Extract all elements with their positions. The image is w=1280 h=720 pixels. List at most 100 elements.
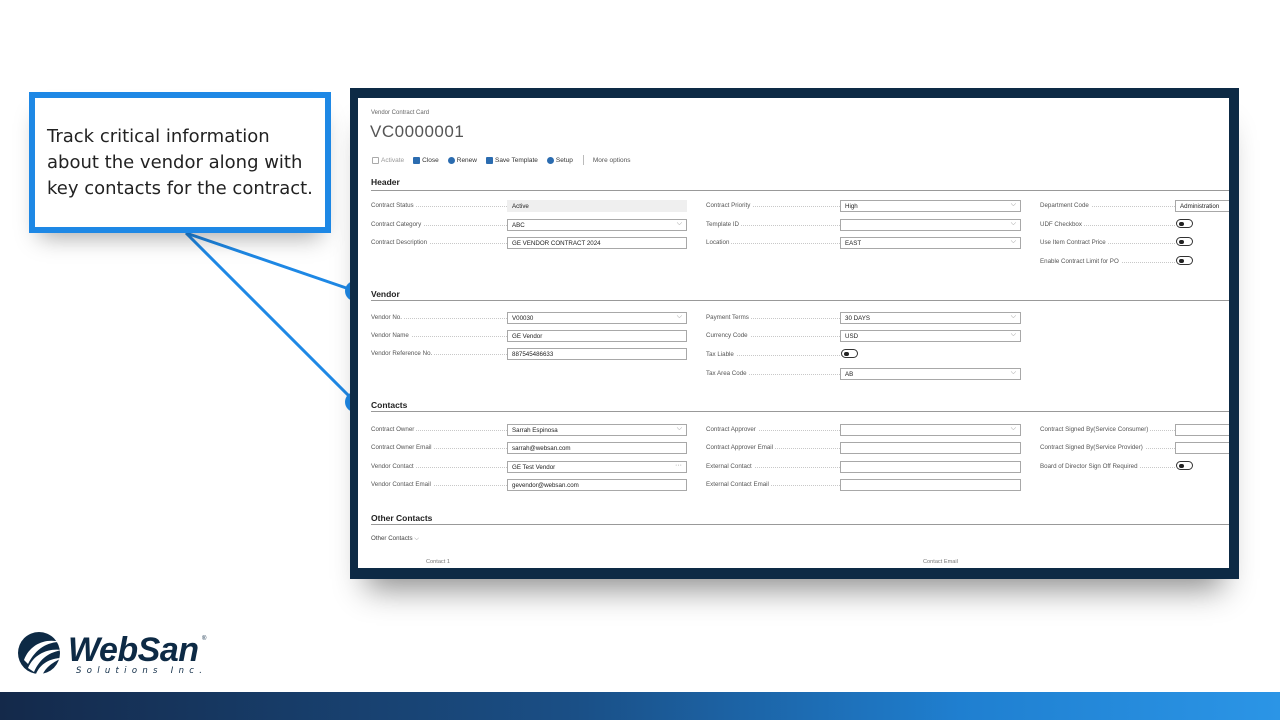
websan-logo-mark-icon — [18, 632, 62, 676]
enable-contract-limit-toggle[interactable] — [1176, 256, 1193, 265]
activate-button[interactable]: Activate — [372, 156, 404, 164]
other-contacts-toggle[interactable]: Other Contacts ⌵ — [371, 535, 419, 543]
contract-category-select[interactable]: ABC ⌵ — [507, 219, 687, 231]
external-contact-label: External Contact — [706, 463, 844, 470]
vendor-contact-lookup[interactable]: GE Test Vendor ··· — [507, 461, 687, 473]
section-divider — [371, 411, 1229, 412]
more-options-button[interactable]: More options — [593, 157, 631, 164]
template-id-select[interactable]: ⌵ — [840, 219, 1021, 231]
chevron-down-icon: ⌵ — [414, 535, 420, 542]
section-divider — [371, 524, 1229, 525]
currency-code-select[interactable]: USD ⌵ — [840, 330, 1021, 342]
close-button[interactable]: Close — [413, 156, 439, 164]
contract-status-label: Contract Status — [371, 202, 509, 209]
section-contacts-title: Contacts — [371, 400, 408, 410]
chevron-down-icon: ⌵ — [1010, 313, 1016, 320]
use-item-contract-price-toggle[interactable] — [1176, 237, 1193, 246]
external-contact-email-label: External Contact Email — [706, 481, 844, 488]
contract-priority-label: Contract Priority — [706, 202, 844, 209]
tax-area-code-label: Tax Area Code — [706, 370, 844, 377]
location-select[interactable]: EAST ⌵ — [840, 237, 1021, 249]
section-divider — [371, 300, 1229, 301]
vendor-contact-email-label: Vendor Contact Email — [371, 481, 509, 488]
department-code-label: Department Code — [1040, 202, 1175, 209]
breadcrumb: Vendor Contract Card — [371, 110, 430, 116]
page-title: VC0000001 — [370, 122, 465, 141]
gear-icon — [546, 156, 554, 164]
chevron-down-icon: ⌵ — [1010, 425, 1016, 432]
tax-liable-toggle[interactable] — [841, 349, 858, 358]
chevron-down-icon: ⌵ — [676, 313, 682, 320]
chevron-down-icon: ⌵ — [676, 220, 682, 227]
ellipsis-icon[interactable]: ··· — [675, 462, 682, 469]
tax-liable-label: Tax Liable — [706, 351, 844, 358]
udf-checkbox-toggle[interactable] — [1176, 219, 1193, 228]
close-document-icon — [413, 156, 421, 164]
board-sign-off-label: Board of Director Sign Off Required — [1040, 463, 1175, 470]
section-header-title: Header — [371, 177, 400, 187]
toolbar-divider — [582, 155, 584, 165]
renew-button[interactable]: Renew — [447, 156, 477, 164]
section-vendor-title: Vendor — [371, 289, 400, 299]
section-divider — [371, 190, 1229, 191]
contract-priority-select[interactable]: High ⌵ — [840, 200, 1021, 212]
external-contact-input[interactable] — [840, 461, 1021, 473]
signed-by-provider-input[interactable] — [1175, 442, 1229, 454]
vendor-no-select[interactable]: V00030 ⌵ — [507, 312, 687, 324]
contract-status-field: Active — [507, 200, 687, 212]
column-header-contact-email: Contact Email — [923, 559, 958, 565]
document-icon — [372, 156, 379, 164]
renew-icon — [447, 156, 455, 164]
contract-approver-label: Contract Approver — [706, 426, 844, 433]
vendor-reference-no-label: Vendor Reference No. — [371, 350, 509, 357]
footer-gradient-bar — [0, 692, 1280, 720]
currency-code-label: Currency Code — [706, 332, 844, 339]
registered-mark: ® — [202, 636, 207, 642]
action-bar: Activate Close Renew Save Template Setup… — [372, 154, 639, 166]
signed-by-provider-label: Contract Signed By(Service Provider) — [1040, 444, 1175, 451]
payment-terms-select[interactable]: 30 DAYS ⌵ — [840, 312, 1021, 324]
vendor-no-label: Vendor No. — [371, 314, 509, 321]
template-id-label: Template ID — [706, 221, 844, 228]
callout-box: Track critical information about the ven… — [29, 92, 331, 233]
department-code-field[interactable]: Administration — [1175, 200, 1229, 212]
contract-owner-label: Contract Owner — [371, 426, 509, 433]
contract-approver-email-label: Contract Approver Email — [706, 444, 844, 451]
contract-owner-select[interactable]: Sarrah Espinosa ⌵ — [507, 424, 687, 436]
logo-wordmark: WebSan — [68, 631, 199, 669]
vendor-name-label: Vendor Name — [371, 332, 509, 339]
contract-owner-email-label: Contract Owner Email — [371, 444, 509, 451]
save-template-button[interactable]: Save Template — [485, 156, 538, 164]
tax-area-code-select[interactable]: AB ⌵ — [840, 368, 1021, 380]
contract-owner-email-input[interactable]: sarrah@websan.com — [507, 442, 687, 454]
websan-logo: WebSan ® Solutions Inc. — [16, 626, 216, 682]
logo-subtitle: Solutions Inc. — [76, 666, 208, 676]
signed-by-consumer-input[interactable] — [1175, 424, 1229, 436]
contract-approver-select[interactable]: ⌵ — [840, 424, 1021, 436]
enable-contract-limit-label: Enable Contract Limit for PO — [1040, 258, 1175, 265]
vendor-name-input[interactable]: GE Vendor — [507, 330, 687, 342]
screenshot-frame: Vendor Contract Card VC0000001 Activate … — [350, 88, 1239, 579]
save-icon — [485, 156, 493, 164]
chevron-down-icon: ⌵ — [676, 425, 682, 432]
external-contact-email-input[interactable] — [840, 479, 1021, 491]
location-label: Location — [706, 239, 844, 246]
column-header-contact: Contact 1 — [426, 559, 450, 565]
chevron-down-icon: ⌵ — [1010, 220, 1016, 227]
udf-checkbox-label: UDF Checkbox — [1040, 221, 1175, 228]
chevron-down-icon: ⌵ — [1010, 238, 1016, 245]
vendor-contact-email-input[interactable]: gevendor@websan.com — [507, 479, 687, 491]
contract-description-input[interactable]: GE VENDOR CONTRACT 2024 — [507, 237, 687, 249]
contract-approver-email-input[interactable] — [840, 442, 1021, 454]
setup-button[interactable]: Setup — [546, 156, 573, 164]
section-other-contacts-title: Other Contacts — [371, 513, 433, 523]
use-item-contract-price-label: Use Item Contract Price — [1040, 239, 1175, 246]
contract-category-label: Contract Category — [371, 221, 509, 228]
chevron-down-icon: ⌵ — [1010, 369, 1016, 376]
chevron-down-icon: ⌵ — [1010, 331, 1016, 338]
vendor-reference-no-input[interactable]: 887545486633 — [507, 348, 687, 360]
vendor-contract-card: Vendor Contract Card VC0000001 Activate … — [358, 98, 1229, 568]
board-sign-off-toggle[interactable] — [1176, 461, 1193, 470]
callout-text: Track critical information about the ven… — [47, 126, 313, 199]
vendor-contact-label: Vendor Contact — [371, 463, 509, 470]
